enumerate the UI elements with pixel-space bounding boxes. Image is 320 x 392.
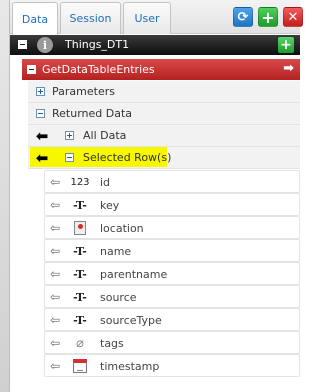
field-name: parentname bbox=[100, 268, 168, 281]
arrow-left-icon[interactable]: ⇦ bbox=[50, 221, 60, 235]
tab-data[interactable]: Data bbox=[12, 2, 58, 35]
field-name: key bbox=[100, 199, 120, 212]
arrow-left-icon[interactable]: ⬅ bbox=[28, 125, 56, 147]
field-name: location bbox=[100, 222, 144, 235]
string-icon: -T- bbox=[73, 290, 87, 304]
field-name: timestamp bbox=[100, 360, 160, 373]
collapse-icon[interactable] bbox=[65, 153, 74, 162]
tree-node-selected-rows[interactable]: ⬅ Selected Row(s) bbox=[28, 147, 300, 169]
add-icon[interactable]: + bbox=[278, 37, 294, 53]
arrow-left-icon[interactable]: ⇦ bbox=[50, 359, 60, 373]
string-icon: -T- bbox=[73, 313, 87, 327]
field-row[interactable]: ⇦ location bbox=[44, 216, 300, 239]
tree-node-label: Selected Row(s) bbox=[83, 151, 172, 164]
field-row[interactable]: ⇦ -T-parentname bbox=[44, 262, 300, 285]
tree-node-label: All Data bbox=[83, 129, 127, 142]
tree-node-label: Parameters bbox=[52, 85, 115, 98]
thing-title: Things_DT1 bbox=[65, 38, 130, 51]
collapse-icon[interactable] bbox=[36, 109, 45, 118]
field-row[interactable]: ⇦ 123 id bbox=[44, 170, 300, 193]
arrow-right-icon[interactable]: ➡ bbox=[283, 61, 294, 76]
field-name: sourceType bbox=[100, 314, 162, 327]
left-splitter[interactable] bbox=[0, 0, 10, 392]
tab-user[interactable]: User bbox=[123, 2, 171, 34]
tab-bar: Data Session User ⟳ + ✕ bbox=[10, 0, 303, 35]
field-name: id bbox=[100, 176, 111, 189]
expand-icon[interactable] bbox=[65, 131, 74, 140]
service-title: GetDataTableEntries bbox=[42, 63, 155, 76]
number-icon: 123 bbox=[70, 176, 90, 188]
collapse-icon[interactable] bbox=[18, 40, 27, 49]
tree-node-parameters[interactable]: Parameters bbox=[28, 81, 300, 103]
tree-node-label: Returned Data bbox=[52, 107, 133, 120]
field-name: tags bbox=[100, 337, 124, 350]
arrow-left-icon[interactable]: ⇦ bbox=[50, 290, 60, 304]
location-icon bbox=[71, 220, 89, 236]
add-icon[interactable]: + bbox=[258, 7, 278, 27]
field-row[interactable]: ⇦ -T-name bbox=[44, 239, 300, 262]
datetime-icon bbox=[71, 358, 89, 374]
field-row[interactable]: ⇦ timestamp bbox=[44, 354, 300, 377]
collapse-icon[interactable] bbox=[27, 65, 36, 74]
field-name: source bbox=[100, 291, 137, 304]
field-row[interactable]: ⇦ -T-sourceType bbox=[44, 308, 300, 331]
arrow-left-icon[interactable]: ⇦ bbox=[50, 267, 60, 281]
arrow-left-icon[interactable]: ⬅ bbox=[28, 147, 56, 169]
field-row[interactable]: ⇦ -T-key bbox=[44, 193, 300, 216]
field-row[interactable]: ⇦ -T-source bbox=[44, 285, 300, 308]
tags-icon: ⌀ bbox=[76, 335, 84, 351]
string-icon: -T- bbox=[73, 198, 87, 212]
expand-icon[interactable] bbox=[36, 87, 45, 96]
refresh-icon[interactable]: ⟳ bbox=[233, 7, 253, 27]
arrow-left-icon[interactable]: ⇦ bbox=[50, 336, 60, 350]
arrow-left-icon[interactable]: ⇦ bbox=[50, 175, 60, 189]
arrow-left-icon[interactable]: ⇦ bbox=[50, 313, 60, 327]
service-header[interactable]: GetDataTableEntries ➡ bbox=[22, 59, 300, 80]
string-icon: -T- bbox=[73, 244, 87, 258]
thing-header[interactable]: i Things_DT1 + bbox=[10, 35, 300, 55]
tree-node-all-data[interactable]: ⬅ All Data bbox=[28, 125, 300, 147]
tab-session[interactable]: Session bbox=[60, 2, 121, 34]
string-icon: -T- bbox=[73, 267, 87, 281]
arrow-left-icon[interactable]: ⇦ bbox=[50, 244, 60, 258]
arrow-left-icon[interactable]: ⇦ bbox=[50, 198, 60, 212]
field-row[interactable]: ⇦ ⌀ tags bbox=[44, 331, 300, 354]
field-name: name bbox=[100, 245, 132, 258]
info-icon: i bbox=[37, 37, 53, 53]
close-icon[interactable]: ✕ bbox=[283, 7, 303, 27]
tree-node-returned-data[interactable]: Returned Data bbox=[28, 103, 300, 125]
